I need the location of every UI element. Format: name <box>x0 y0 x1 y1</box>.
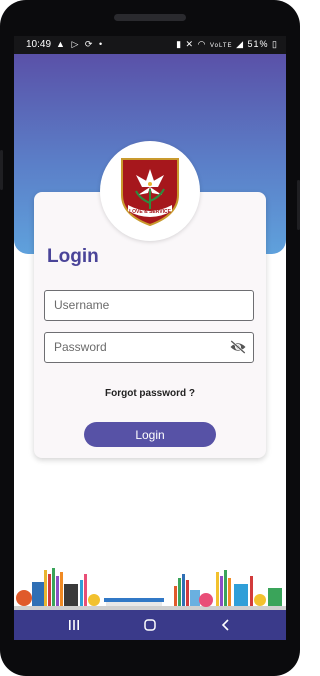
battery-saver-icon: ▮ <box>176 39 183 49</box>
home-icon[interactable] <box>142 617 158 633</box>
status-bar: 10:49 ▲ ▷ ⟳ • ▮ ✕ ◠ VoLTE ◢ 51% ▯ <box>14 36 286 54</box>
play-store-icon: ▷ <box>71 39 81 49</box>
status-time: 10:49 <box>26 39 52 50</box>
dot-icon: • <box>98 39 105 49</box>
wifi-icon: ◠ <box>197 39 207 49</box>
signal-icon: ◢ <box>236 39 244 49</box>
login-button[interactable]: Login <box>84 422 216 447</box>
speaker-grille <box>114 14 186 21</box>
navigation-bar <box>14 610 286 640</box>
mute-icon: ✕ <box>185 39 195 49</box>
phone-device: 10:49 ▲ ▷ ⟳ • ▮ ✕ ◠ VoLTE ◢ 51% ▯ LOVE &… <box>0 0 300 676</box>
logo-motto: LOVE & SERVICE <box>129 209 172 215</box>
password-field[interactable] <box>44 332 254 363</box>
eye-off-icon[interactable] <box>229 339 247 355</box>
sync-icon: ⟳ <box>84 39 95 49</box>
volume-button <box>0 150 3 190</box>
school-logo: LOVE & SERVICE <box>100 141 200 241</box>
back-icon[interactable] <box>218 617 234 633</box>
login-title: Login <box>47 246 99 267</box>
battery-percent: 51% <box>247 39 269 49</box>
app-screen: 10:49 ▲ ▷ ⟳ • ▮ ✕ ◠ VoLTE ◢ 51% ▯ LOVE &… <box>14 36 286 640</box>
warning-icon: ▲ <box>56 39 67 49</box>
logo-shield: LOVE & SERVICE <box>121 158 179 227</box>
battery-icon: ▯ <box>272 39 278 49</box>
network-label: VoLTE <box>209 43 233 49</box>
username-input[interactable] <box>54 291 224 319</box>
username-field[interactable] <box>44 290 254 321</box>
school-supplies-illustration <box>14 568 286 610</box>
recents-icon[interactable] <box>66 617 82 633</box>
power-button <box>297 180 300 230</box>
forgot-password-link[interactable]: Forgot password ? <box>14 388 286 399</box>
password-input[interactable] <box>54 333 224 361</box>
status-right-icons: ▮ ✕ ◠ VoLTE ◢ 51% ▯ <box>176 39 278 50</box>
status-left-icons: ▲ ▷ ⟳ • <box>56 39 104 50</box>
